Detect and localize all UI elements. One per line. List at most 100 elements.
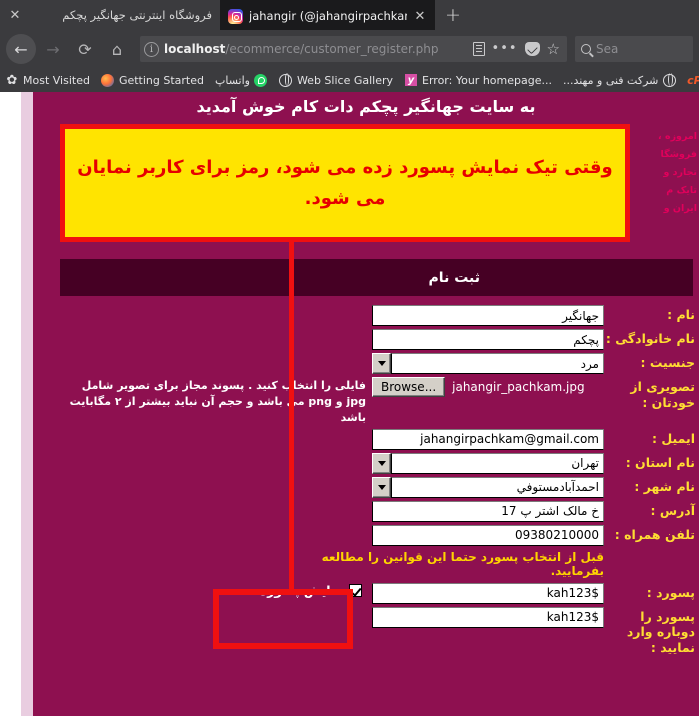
chevron-down-icon[interactable] xyxy=(372,452,391,474)
label-email: ایمیل : xyxy=(652,430,695,446)
section-header: ثبت نام xyxy=(60,259,693,296)
tab-title: فروشگاه اینترنتی جهانگیر پچکم xyxy=(62,8,212,22)
label-password-confirm: پسورد را دوباره وارد نمایید : xyxy=(626,608,695,656)
province-select[interactable]: تهران xyxy=(372,452,604,474)
bookmark-label: Web Slice Gallery xyxy=(296,73,394,87)
bookmark-label: Most Visited xyxy=(23,73,90,87)
bookmark-label: واتساپ xyxy=(215,73,250,87)
whatsapp-icon xyxy=(254,73,268,87)
terms-note: قبل از انتخاب پسورد حتما این قوانین را م… xyxy=(321,549,604,578)
bookmark-getting-started[interactable]: Getting Started xyxy=(101,73,204,87)
label-last-name: نام خانوادگی : xyxy=(605,331,695,346)
password-input[interactable]: kah123$ xyxy=(372,582,604,604)
browser-tab-shop[interactable]: ✕ فروشگاه اینترنتی جهانگیر پچکم xyxy=(0,0,220,30)
search-icon xyxy=(581,44,591,54)
tab-close-icon[interactable]: ✕ xyxy=(8,9,22,22)
globe2-icon xyxy=(662,73,676,87)
url-host: localhost xyxy=(164,42,226,56)
photo-help-text: فایلی را انتخاب کنید . پسوند مجاز برای ت… xyxy=(69,379,366,424)
side-column-text: امروزه ، فروشگا تجارد و تایک م ایران و xyxy=(658,131,697,214)
last-name-input[interactable]: پچکم xyxy=(372,329,604,350)
mobile-input[interactable]: 09380210000 xyxy=(372,524,604,546)
form-row-first-name: نام : جهانگیر xyxy=(33,305,699,326)
form-row-photo: تصویری از خودتان : Browse... jahangir_pa… xyxy=(33,377,699,426)
city-select-value: احمدآبادمستوفي xyxy=(391,476,604,498)
chevron-down-icon[interactable] xyxy=(372,353,391,374)
label-gender: جنسیت : xyxy=(640,355,695,370)
site-info-icon[interactable]: i xyxy=(144,41,159,57)
bookmark-label: شرکت فنی و مهند... xyxy=(562,73,659,87)
label-first-name: نام : xyxy=(667,307,695,322)
page-actions-icon[interactable]: ••• xyxy=(492,42,518,55)
globe-icon xyxy=(279,73,293,87)
search-input[interactable]: Sea xyxy=(596,42,618,56)
bookmark-most-visited[interactable]: ✿ Most Visited xyxy=(5,73,90,87)
province-select-value: تهران xyxy=(391,452,604,474)
new-tab-button[interactable]: + xyxy=(435,0,471,30)
bookmark-error-homepage[interactable]: y Error: Your homepage... xyxy=(404,73,552,87)
pocket-icon[interactable] xyxy=(524,42,540,56)
bookmark-whatsapp[interactable]: واتساپ xyxy=(215,73,268,87)
home-icon[interactable]: ⌂ xyxy=(102,34,132,64)
page-viewport: به سایت جهانگیر پچکم دات کام خوش آمدید ا… xyxy=(0,92,699,716)
navigation-toolbar: ← → ⟳ ⌂ i localhost/ecommerce/customer_r… xyxy=(0,30,699,68)
annotation-leader-line xyxy=(289,242,294,590)
browser-window: ✕ فروشگاه اینترنتی جهانگیر پچکم jahangir… xyxy=(0,0,699,716)
label-photo: تصویری از خودتان : xyxy=(630,379,695,410)
gender-select[interactable]: مرد xyxy=(372,353,604,374)
form-row-address: آدرس : خ مالک اشتر پ 17 xyxy=(33,500,699,522)
address-input[interactable]: خ مالک اشتر پ 17 xyxy=(372,500,604,522)
label-mobile: تلفن همراه : xyxy=(614,526,695,542)
forward-icon[interactable]: → xyxy=(38,34,68,64)
selected-filename: jahangir_pachkam.jpg xyxy=(452,380,585,394)
firefox-icon xyxy=(101,73,115,87)
form-row-terms-note: قبل از انتخاب پسورد حتما این قوانین را م… xyxy=(33,549,699,580)
reload-icon[interactable]: ⟳ xyxy=(70,34,100,64)
form-row-province: نام استان : تهران xyxy=(33,452,699,474)
gear-icon: ✿ xyxy=(6,72,18,88)
browse-button[interactable]: Browse... xyxy=(372,377,446,397)
reader-view-icon[interactable] xyxy=(472,42,485,56)
back-icon[interactable]: ← xyxy=(6,34,36,64)
city-select[interactable]: احمدآبادمستوفي xyxy=(372,476,604,498)
tab-title: jahangir (@jahangirpachkam) • Ins xyxy=(249,9,407,23)
form-row-email: ایمیل : jahangirpachkam@gmail.com xyxy=(33,428,699,450)
url-text: localhost/ecommerce/customer_register.ph… xyxy=(164,42,468,56)
file-picker: Browse... jahangir_pachkam.jpg xyxy=(372,377,604,397)
form-row-password: پسورد : kah123$ نمایش پسورد xyxy=(33,582,699,604)
bookmark-web-slice-gallery[interactable]: Web Slice Gallery xyxy=(279,73,393,87)
bookmark-label: Error: Your homepage... xyxy=(422,73,552,87)
annotation-highlight-box xyxy=(213,589,353,649)
form-row-password-confirm: پسورد را دوباره وارد نمایید : kah123$ xyxy=(33,606,699,656)
tab-close-icon[interactable]: ✕ xyxy=(413,10,427,23)
registration-form: نام : جهانگیر نام خانوادگی : پچکم جنسیت … xyxy=(33,305,699,659)
section-header-blank xyxy=(488,259,693,296)
yahoo-icon: y xyxy=(404,73,418,87)
label-address: آدرس : xyxy=(650,502,696,518)
page-title: به سایت جهانگیر پچکم دات کام خوش آمدید xyxy=(196,97,536,116)
label-city: نام شهر : xyxy=(634,478,695,494)
form-row-gender: جنسیت : مرد xyxy=(33,353,699,374)
tab-strip: ✕ فروشگاه اینترنتی جهانگیر پچکم jahangir… xyxy=(0,0,699,30)
bookmark-star-icon[interactable]: ☆ xyxy=(547,41,560,57)
label-province: نام استان : xyxy=(625,454,695,470)
annotation-callout: وقتی تیک نمایش پسورد زده می شود، رمز برا… xyxy=(60,124,630,242)
form-row-mobile: تلفن همراه : 09380210000 xyxy=(33,524,699,546)
address-bar-icons: ••• ☆ xyxy=(472,41,563,57)
search-bar[interactable]: Sea xyxy=(575,36,693,62)
section-title: ثبت نام xyxy=(60,259,488,296)
browser-tab-instagram[interactable]: jahangir (@jahangirpachkam) • Ins ✕ xyxy=(220,0,435,30)
password-confirm-input[interactable]: kah123$ xyxy=(372,606,604,628)
email-input[interactable]: jahangirpachkam@gmail.com xyxy=(372,428,604,450)
annotation-text: وقتی تیک نمایش پسورد زده می شود، رمز برا… xyxy=(77,156,613,210)
bookmark-engineering-company[interactable]: شرکت فنی و مهند... xyxy=(563,73,676,87)
bookmark-cpanel[interactable]: cP xyxy=(687,73,699,87)
address-bar[interactable]: i localhost/ecommerce/customer_register.… xyxy=(140,36,567,62)
chevron-down-icon[interactable] xyxy=(372,476,391,498)
bookmarks-toolbar: ✿ Most Visited Getting Started واتساپ We… xyxy=(0,68,699,92)
gender-select-value: مرد xyxy=(391,353,604,374)
label-password: پسورد : xyxy=(646,584,695,600)
first-name-input[interactable]: جهانگیر xyxy=(372,305,604,326)
page-left-gutter xyxy=(0,92,21,716)
cpanel-icon: cP xyxy=(687,73,699,87)
